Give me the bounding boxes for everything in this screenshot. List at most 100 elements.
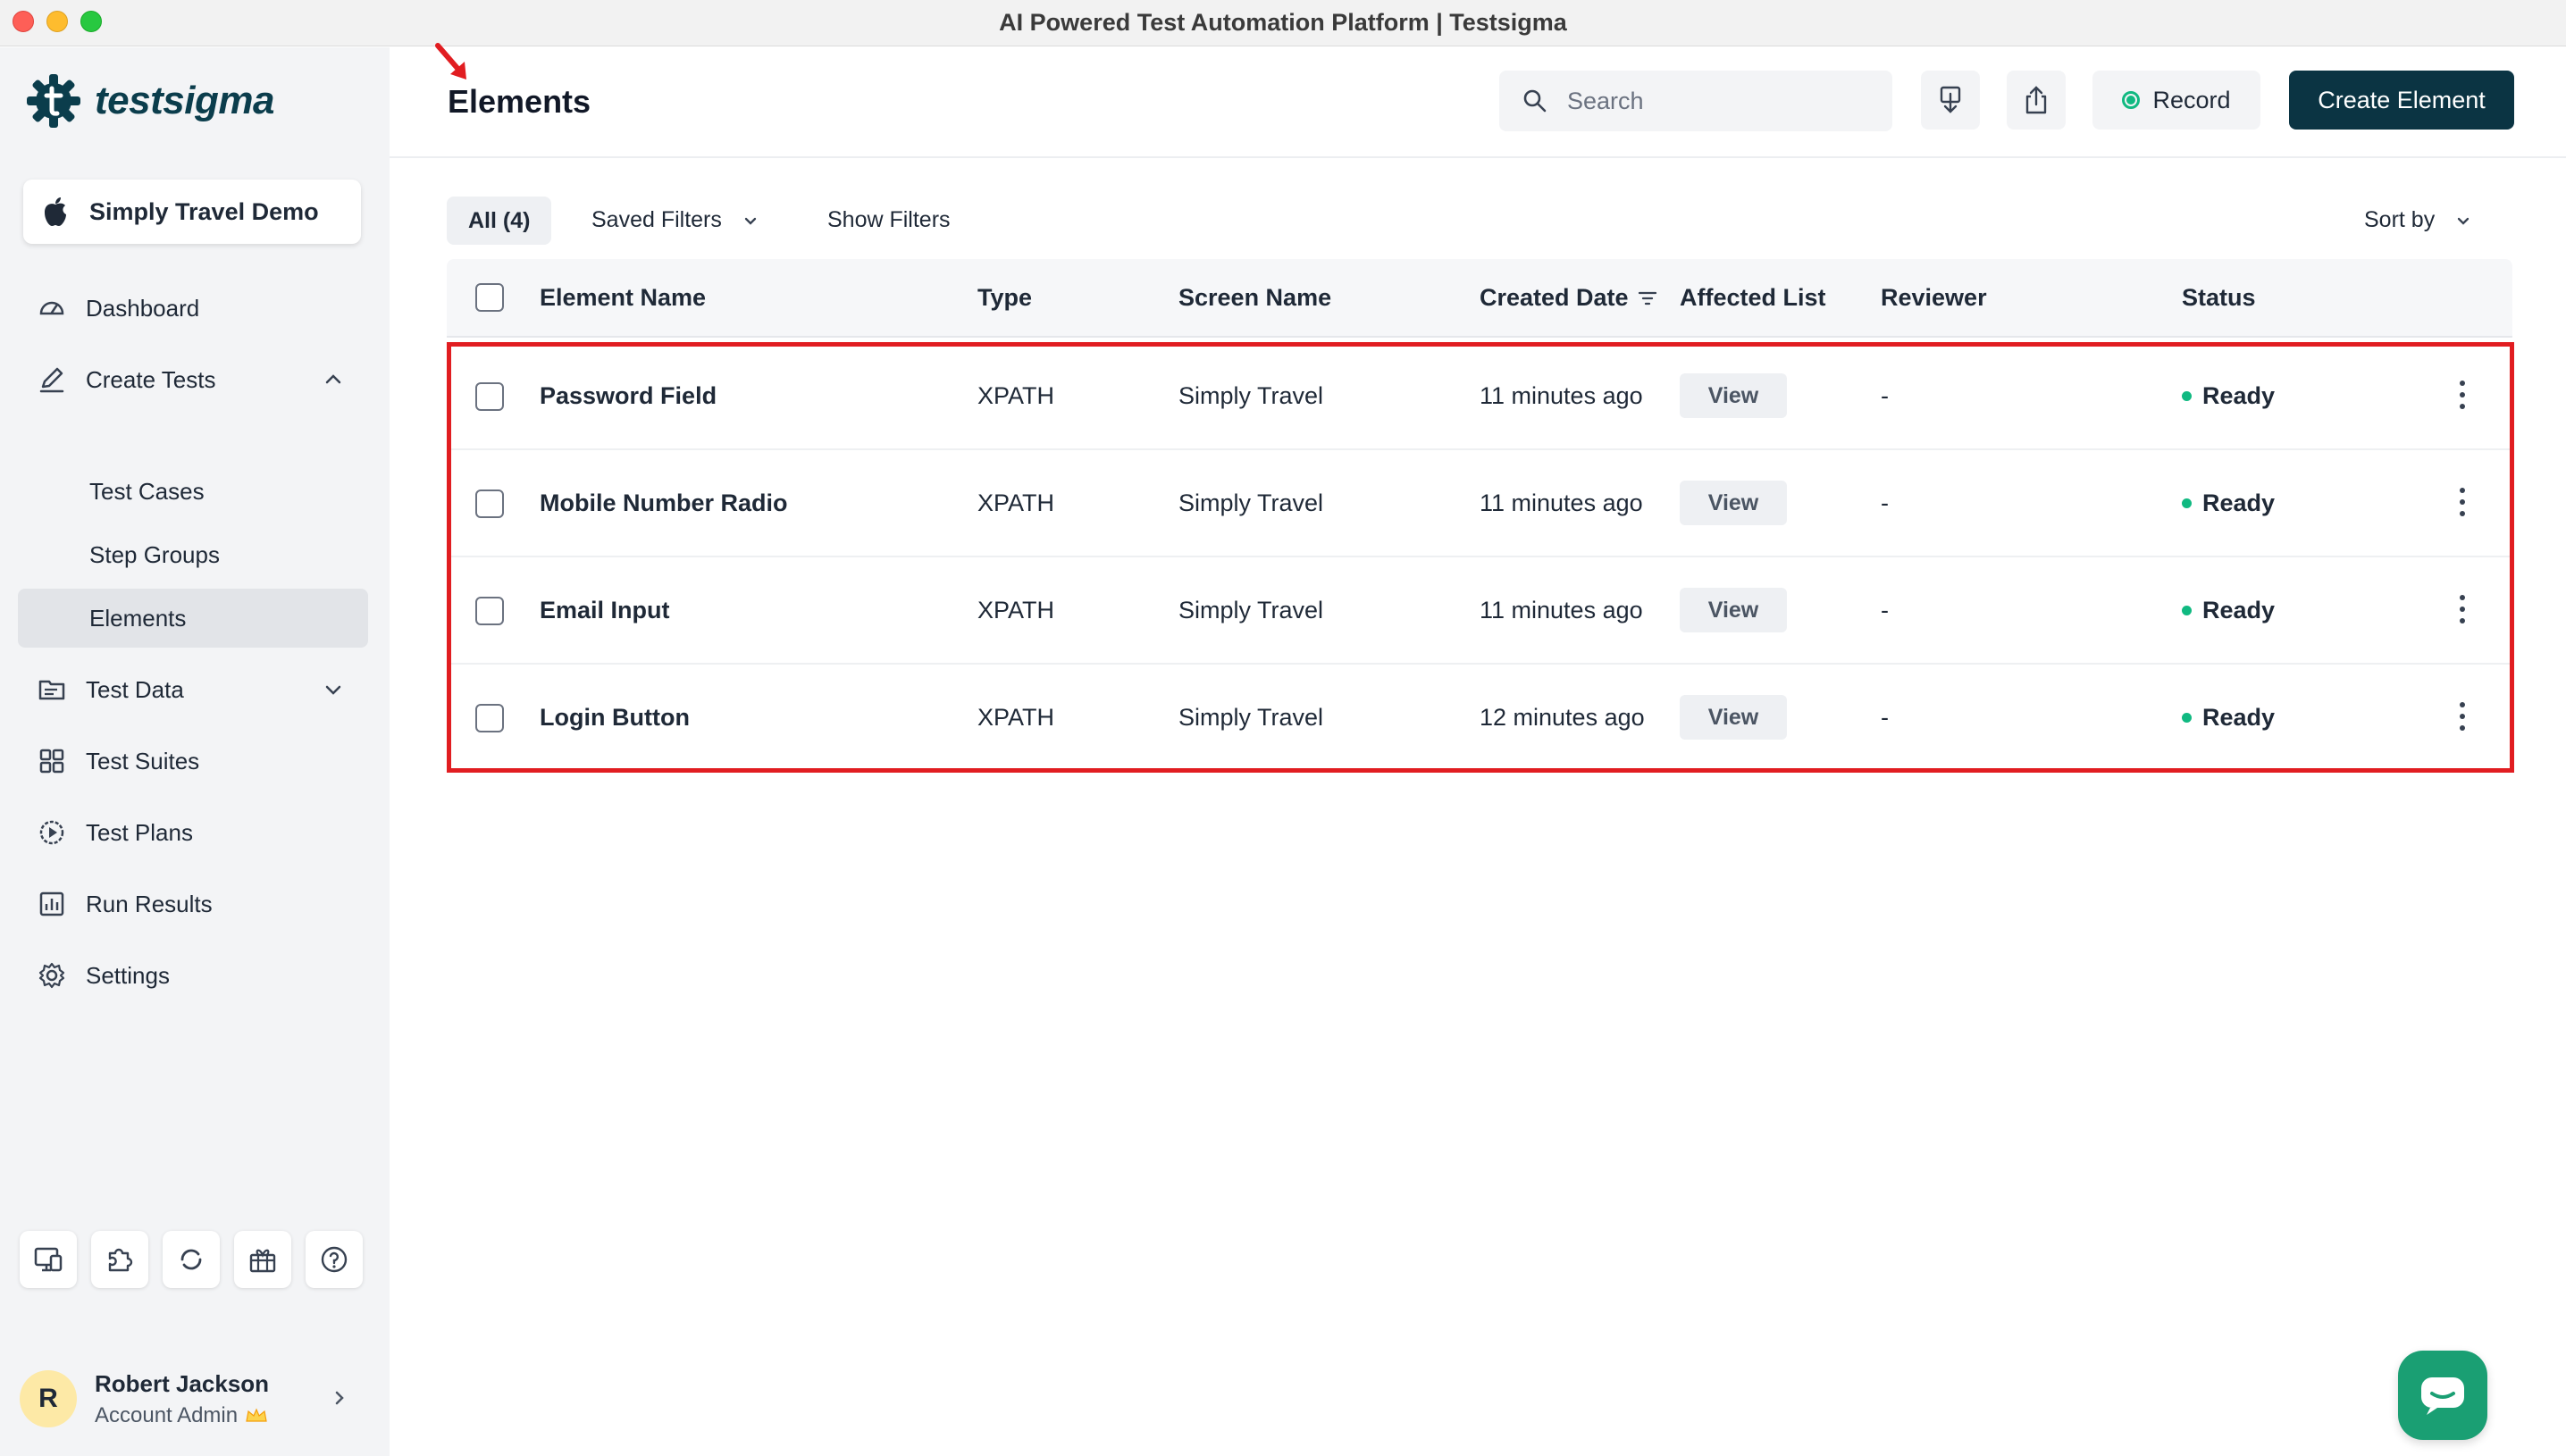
- chat-icon: [2421, 1377, 2464, 1415]
- sidebar-item-run-results[interactable]: Run Results: [18, 874, 368, 933]
- sidebar-item-test-data[interactable]: Test Data: [18, 660, 368, 719]
- element-type: XPATH: [977, 597, 1055, 623]
- sidebar-item-step-groups[interactable]: Step Groups: [18, 525, 368, 584]
- element-name[interactable]: Password Field: [540, 382, 717, 410]
- column-header-element-name[interactable]: Element Name: [540, 284, 706, 312]
- created-date: 12 minutes ago: [1480, 704, 1645, 731]
- sidebar-item-label: Test Cases: [89, 477, 205, 505]
- bar-chart-icon: [36, 888, 68, 920]
- share-button[interactable]: [2007, 71, 2066, 130]
- sidebar-item-label: Test Plans: [86, 818, 193, 846]
- sort-by-label: Sort by: [2364, 207, 2436, 232]
- reviewer: -: [1881, 490, 1889, 516]
- element-name[interactable]: Mobile Number Radio: [540, 490, 788, 517]
- project-selector[interactable]: Simply Travel Demo: [23, 180, 361, 244]
- screen-name: Simply Travel: [1178, 382, 1324, 409]
- monitor-icon[interactable]: [20, 1231, 77, 1288]
- reviewer: -: [1881, 597, 1889, 623]
- element-name[interactable]: Email Input: [540, 597, 670, 624]
- search-box[interactable]: [1499, 71, 1892, 131]
- table-row[interactable]: Mobile Number Radio XPATH Simply Travel …: [447, 450, 2512, 557]
- reviewer: -: [1881, 382, 1889, 409]
- created-date: 11 minutes ago: [1480, 382, 1643, 409]
- sidebar-item-test-cases[interactable]: Test Cases: [18, 462, 368, 521]
- sidebar-item-dashboard[interactable]: Dashboard: [18, 279, 368, 338]
- column-header-label: Created Date: [1480, 284, 1629, 311]
- download-button[interactable]: [1921, 71, 1980, 130]
- brand-name: testsigma: [95, 79, 274, 122]
- sort-filter-icon: [1638, 291, 1656, 305]
- create-element-button[interactable]: Create Element: [2289, 71, 2514, 130]
- chevron-down-icon: [2458, 217, 2470, 225]
- puzzle-icon[interactable]: [91, 1231, 148, 1288]
- pencil-icon: [36, 364, 68, 396]
- chevron-right-icon: [335, 1391, 344, 1405]
- page-title: Elements: [448, 83, 591, 120]
- folder-icon: [36, 674, 68, 706]
- column-header-reviewer[interactable]: Reviewer: [1881, 284, 1987, 312]
- more-options-icon[interactable]: [2453, 591, 2471, 627]
- search-input[interactable]: [1567, 87, 1871, 115]
- apple-icon: [45, 197, 66, 226]
- sidebar-item-label: Settings: [86, 961, 170, 989]
- view-affected-list-button[interactable]: View: [1680, 373, 1787, 418]
- row-checkbox[interactable]: [475, 382, 504, 411]
- sidebar-item-label: Elements: [89, 604, 187, 632]
- minimize-window-button[interactable]: [46, 11, 68, 32]
- status-badge: Ready: [2182, 597, 2275, 624]
- view-affected-list-button[interactable]: View: [1680, 695, 1787, 740]
- refresh-icon[interactable]: [163, 1231, 220, 1288]
- table-row[interactable]: Password Field XPATH Simply Travel 11 mi…: [447, 343, 2512, 450]
- sidebar-item-test-plans[interactable]: Test Plans: [18, 803, 368, 862]
- search-icon: [1523, 89, 1547, 113]
- show-filters-button[interactable]: Show Filters: [827, 207, 951, 233]
- status-label: Ready: [2202, 490, 2276, 516]
- column-header-affected-list[interactable]: Affected List: [1680, 284, 1826, 312]
- filter-all-chip[interactable]: All (4): [447, 197, 552, 245]
- status-label: Ready: [2202, 704, 2276, 731]
- element-name[interactable]: Login Button: [540, 704, 690, 732]
- column-header-type[interactable]: Type: [977, 284, 1032, 312]
- play-circle-icon: [36, 816, 68, 849]
- view-affected-list-button[interactable]: View: [1680, 481, 1787, 525]
- elements-table: Element Name Type Screen Name Created Da…: [447, 259, 2512, 740]
- select-all-checkbox[interactable]: [475, 283, 504, 312]
- table-header: Element Name Type Screen Name Created Da…: [447, 259, 2512, 338]
- user-profile[interactable]: R Robert Jackson Account Admin: [20, 1359, 370, 1439]
- column-header-status[interactable]: Status: [2182, 284, 2256, 312]
- row-checkbox[interactable]: [475, 597, 504, 625]
- saved-filters-dropdown[interactable]: Saved Filters: [591, 207, 759, 233]
- brand-logo[interactable]: testsigma: [25, 72, 274, 130]
- more-options-icon[interactable]: [2453, 484, 2471, 520]
- created-date: 11 minutes ago: [1480, 490, 1643, 516]
- gift-icon[interactable]: [234, 1231, 291, 1288]
- table-row[interactable]: Login Button XPATH Simply Travel 12 minu…: [447, 665, 2512, 772]
- chevron-down-icon: [325, 685, 341, 695]
- sidebar-item-elements[interactable]: Elements: [18, 589, 368, 648]
- sidebar-item-settings[interactable]: Settings: [18, 946, 368, 1005]
- view-affected-list-button[interactable]: View: [1680, 588, 1787, 632]
- sidebar-item-label: Run Results: [86, 890, 213, 917]
- sidebar-item-create-tests[interactable]: Create Tests: [18, 350, 368, 409]
- column-header-screen-name[interactable]: Screen Name: [1178, 284, 1331, 312]
- row-checkbox[interactable]: [475, 490, 504, 518]
- close-window-button[interactable]: [13, 11, 34, 32]
- element-type: XPATH: [977, 382, 1055, 409]
- record-button[interactable]: Record: [2092, 71, 2260, 130]
- maximize-window-button[interactable]: [80, 11, 102, 32]
- chat-support-button[interactable]: [2398, 1351, 2487, 1440]
- page-header: Elements Record Create Element: [390, 43, 2566, 158]
- sort-by-dropdown[interactable]: Sort by: [2364, 207, 2472, 233]
- more-options-icon[interactable]: [2453, 699, 2471, 734]
- project-name: Simply Travel Demo: [89, 197, 319, 225]
- window-controls: [13, 11, 102, 32]
- table-row[interactable]: Email Input XPATH Simply Travel 11 minut…: [447, 557, 2512, 665]
- column-header-created-date[interactable]: Created Date: [1480, 284, 1657, 312]
- sidebar-tools: [20, 1231, 363, 1288]
- share-icon: [2025, 86, 2047, 114]
- help-icon[interactable]: [306, 1231, 363, 1288]
- status-label: Ready: [2202, 382, 2276, 409]
- more-options-icon[interactable]: [2453, 377, 2471, 413]
- sidebar-item-test-suites[interactable]: Test Suites: [18, 732, 368, 791]
- row-checkbox[interactable]: [475, 704, 504, 732]
